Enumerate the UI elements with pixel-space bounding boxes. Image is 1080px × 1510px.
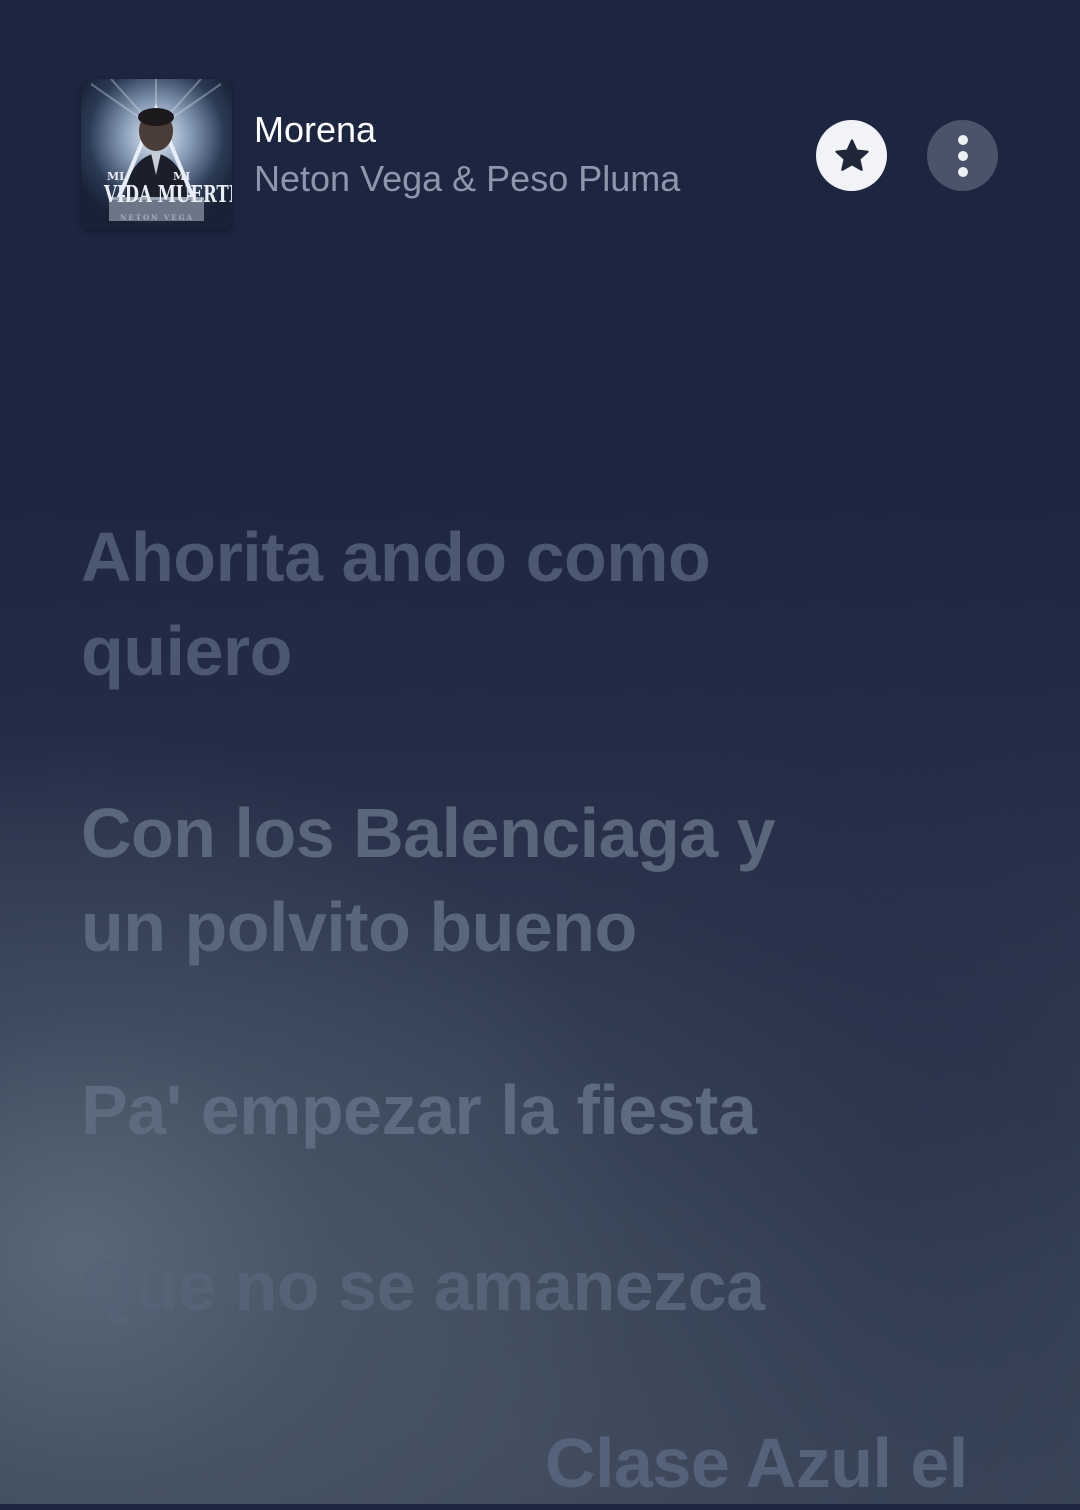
song-title[interactable]: Morena — [254, 110, 376, 150]
star-icon — [834, 138, 869, 171]
lyric-line[interactable]: Clase Azul el — [545, 1416, 1045, 1510]
now-playing-header: MI MI VIDA MUERTE NETON VEGA Morena Neto… — [0, 0, 1080, 260]
album-art-text-main: VIDA MUERTE — [104, 181, 232, 208]
lyric-line[interactable]: Pa' empezar la fiesta — [81, 1063, 981, 1157]
album-art-text-bottom: NETON VEGA — [120, 213, 195, 222]
album-art[interactable]: MI MI VIDA MUERTE NETON VEGA — [81, 79, 232, 230]
lyric-line[interactable]: Que no se amanezca — [81, 1239, 981, 1333]
favorite-button[interactable] — [816, 120, 887, 191]
lyric-line[interactable]: Ahorita ando como quiero — [81, 510, 841, 698]
more-options-button[interactable] — [927, 120, 998, 191]
more-vertical-icon — [957, 132, 968, 180]
lyric-line[interactable]: Con los Balenciaga y un polvito bueno — [81, 786, 841, 974]
song-artist[interactable]: Neton Vega & Peso Pluma — [254, 159, 680, 199]
